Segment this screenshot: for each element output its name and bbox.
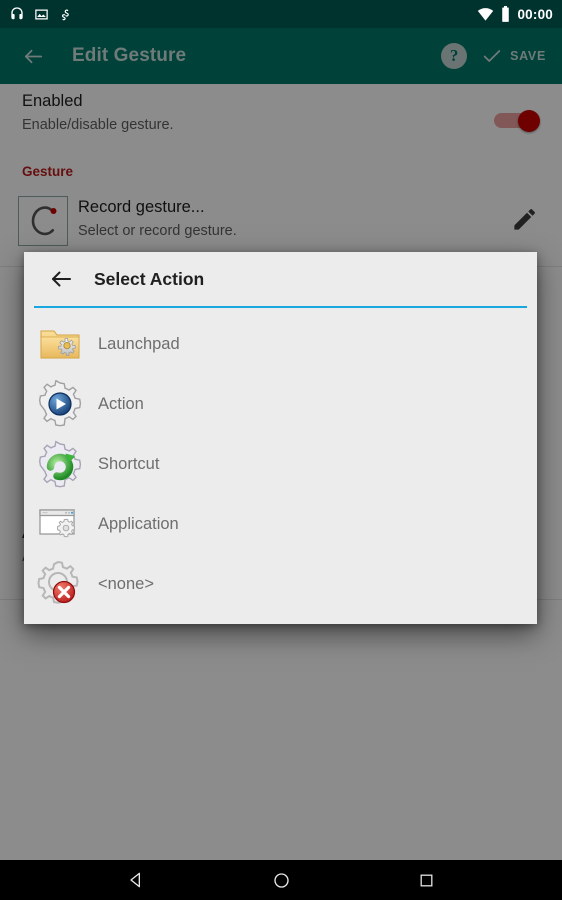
- page-title: Edit Gesture: [72, 45, 187, 66]
- action-item-label: <none>: [98, 574, 154, 593]
- folder-gear-icon: [36, 320, 84, 368]
- action-item-shortcut[interactable]: Shortcut: [24, 434, 537, 494]
- checkmark-icon: [483, 50, 501, 62]
- battery-icon: [502, 6, 510, 22]
- navigation-bar: [0, 860, 562, 900]
- gear-green-arrow-icon: [36, 440, 84, 488]
- dialog-header: Select Action: [24, 252, 537, 306]
- gear-red-x-icon: [36, 560, 84, 608]
- dialog-accent-rule: [34, 306, 527, 308]
- nav-back-triangle-icon[interactable]: [121, 865, 151, 895]
- app-bar-actions: ? SAVE: [441, 43, 546, 69]
- save-button[interactable]: SAVE: [481, 45, 546, 67]
- action-item-label: Launchpad: [98, 334, 180, 353]
- gear-play-icon: [36, 379, 84, 428]
- action-item-application[interactable]: Application: [24, 494, 537, 554]
- headphones-icon: [11, 7, 23, 20]
- app-bar: Edit Gesture ? SAVE: [0, 28, 562, 84]
- dialog-title: Select Action: [94, 268, 205, 289]
- nav-home-circle-icon[interactable]: [266, 865, 296, 895]
- save-button-label: SAVE: [510, 49, 546, 63]
- action-item-action[interactable]: Action: [24, 374, 537, 434]
- action-list: Launchpad Action Shortcut Application <n…: [24, 314, 537, 614]
- action-item-none[interactable]: <none>: [24, 554, 537, 614]
- dialog-back-button[interactable]: [46, 264, 76, 294]
- back-arrow-icon: [24, 49, 42, 63]
- action-item-label: Application: [98, 514, 179, 533]
- help-question-icon[interactable]: ?: [441, 43, 468, 69]
- status-bar-left-icons: [9, 6, 73, 22]
- gesture-squiggle-icon: [61, 9, 69, 20]
- window-gear-icon: [36, 500, 84, 548]
- status-bar: 00:00: [0, 0, 562, 28]
- action-item-launchpad[interactable]: Launchpad: [24, 314, 537, 374]
- action-item-label: Action: [98, 394, 144, 413]
- action-item-label: Shortcut: [98, 454, 160, 473]
- app-bar-back-button[interactable]: [16, 39, 50, 73]
- wifi-icon: [478, 8, 494, 21]
- nav-recents-square-icon[interactable]: [411, 865, 441, 895]
- screenshot-image-icon: [35, 9, 48, 19]
- select-action-dialog: Select Action Launchpad Action Shortcut …: [24, 252, 537, 624]
- back-arrow-icon: [52, 271, 71, 287]
- status-bar-clock: 00:00: [517, 6, 553, 22]
- help-glyph: ?: [449, 46, 459, 65]
- status-bar-right: 00:00: [477, 6, 553, 22]
